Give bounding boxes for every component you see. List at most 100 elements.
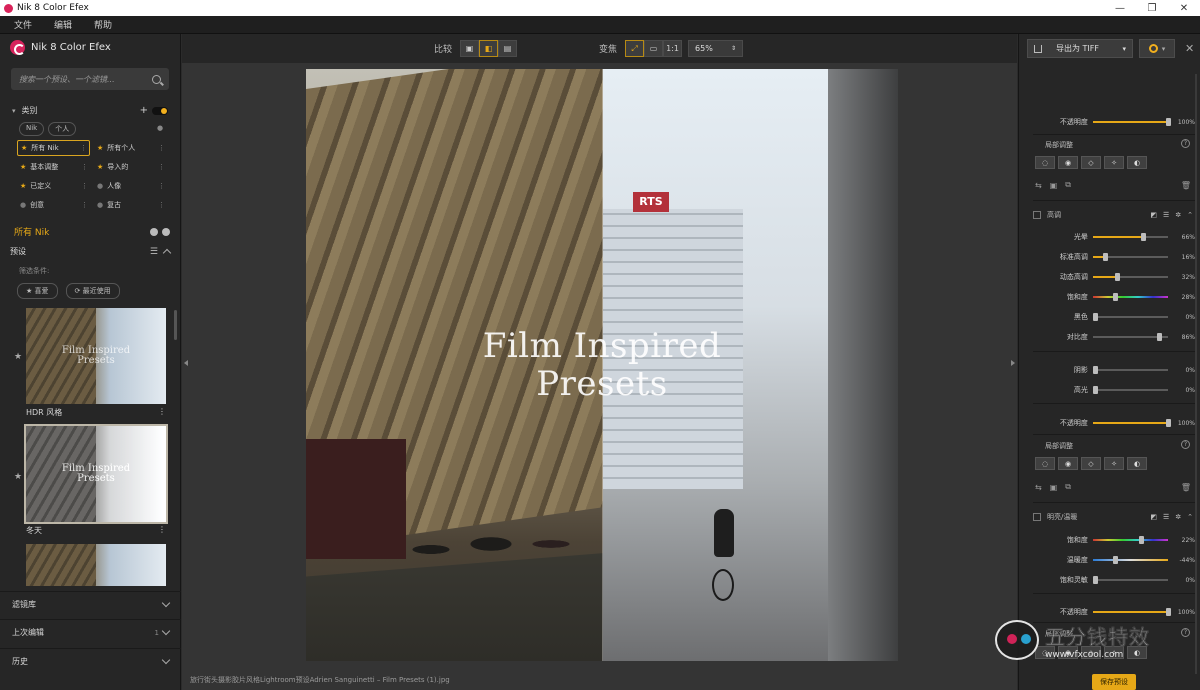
- slider-dynamic-high[interactable]: 动态高调 32%: [1019, 271, 1195, 283]
- menu-icon[interactable]: ☰: [1163, 513, 1169, 521]
- lasso-tool-icon[interactable]: ◇: [1081, 156, 1101, 169]
- slider-shadows[interactable]: 阴影 0%: [1019, 364, 1195, 376]
- menu-icon[interactable]: ☰: [1163, 211, 1169, 219]
- split-divider[interactable]: [602, 69, 603, 661]
- section-detail-header[interactable]: 高调 ◩ ☰ ✲ ⌃: [1033, 210, 1193, 220]
- help-icon[interactable]: ?: [1181, 628, 1190, 637]
- brush-tool-icon[interactable]: ◉: [1058, 457, 1078, 470]
- maximize-button[interactable]: ❐: [1136, 3, 1168, 14]
- compare-split-icon[interactable]: ◧: [479, 40, 499, 57]
- chevron-down-icon[interactable]: ▾: [12, 107, 16, 115]
- search-input[interactable]: [19, 74, 152, 84]
- list-view-icon[interactable]: ☰: [150, 247, 158, 257]
- chip-personal[interactable]: 个人: [48, 122, 77, 136]
- copy-icon[interactable]: ⧉: [1065, 180, 1071, 190]
- mask-icon[interactable]: ◩: [1150, 211, 1157, 219]
- help-icon[interactable]: ?: [1181, 440, 1190, 449]
- slider-opacity-top[interactable]: 不透明度 100%: [1019, 116, 1195, 128]
- import-preset-icon[interactable]: [162, 227, 170, 236]
- more-icon[interactable]: ⋮: [158, 163, 165, 171]
- minimize-button[interactable]: —: [1104, 3, 1136, 14]
- mask-view-icon[interactable]: ▣: [1050, 483, 1058, 492]
- slider-saturation-sensitivity[interactable]: 饱和灵敏 0%: [1019, 574, 1195, 586]
- section-enable-checkbox[interactable]: [1033, 513, 1041, 521]
- category-defined[interactable]: ★ 已定义 ⋮: [17, 178, 90, 194]
- menu-help[interactable]: 帮助: [94, 18, 112, 31]
- slider-opacity-color[interactable]: 不透明度 100%: [1019, 606, 1195, 618]
- gear-icon[interactable]: ✲: [1175, 211, 1181, 219]
- preset-thumbnail[interactable]: Film Inspired Presets: [26, 308, 166, 404]
- trash-icon[interactable]: 🗑: [1181, 483, 1191, 492]
- point-tool-icon[interactable]: ◌: [1035, 457, 1055, 470]
- slider-highlights[interactable]: 高光 0%: [1019, 384, 1195, 396]
- star-icon[interactable]: ★: [14, 352, 22, 362]
- more-icon[interactable]: ⋮: [158, 182, 165, 190]
- invert-icon[interactable]: ⇆: [1035, 181, 1042, 190]
- mask-tool-icon[interactable]: ◐: [1127, 156, 1147, 169]
- chip-options-icon[interactable]: ●: [157, 124, 163, 132]
- more-icon[interactable]: ⋮: [158, 407, 166, 418]
- zoom-select[interactable]: 65% ⇕: [688, 40, 744, 57]
- category-basic[interactable]: ★ 基本调整 ⋮: [17, 159, 90, 175]
- slider-contrast[interactable]: 对比度 86%: [1019, 331, 1195, 343]
- slider-standard-high[interactable]: 标准高调 16%: [1019, 251, 1195, 263]
- add-category-icon[interactable]: +: [140, 105, 148, 116]
- export-button[interactable]: 导出为 TIFF ▾: [1027, 39, 1133, 58]
- copy-icon[interactable]: ⧉: [1065, 482, 1071, 492]
- section-history[interactable]: 历史: [0, 648, 181, 674]
- category-all-nik[interactable]: ★ 所有 Nik ⋮: [17, 140, 90, 156]
- section-filter-library[interactable]: 滤镜库: [0, 591, 181, 617]
- more-icon[interactable]: ⋮: [80, 144, 87, 152]
- more-icon[interactable]: ⋮: [81, 182, 88, 190]
- categories-toggle[interactable]: [152, 106, 168, 115]
- menu-edit[interactable]: 编辑: [54, 18, 72, 31]
- preset-scrollbar[interactable]: [174, 310, 177, 340]
- chevron-up-icon[interactable]: ⌃: [1187, 513, 1193, 521]
- compare-vertical-icon[interactable]: ▤: [498, 40, 518, 57]
- preset-card-hdr[interactable]: Film Inspired Presets HDR 风格 ⋮: [26, 308, 166, 418]
- lasso-tool-icon[interactable]: ◇: [1081, 457, 1101, 470]
- trash-icon[interactable]: 🗑: [1181, 181, 1191, 190]
- point-tool-icon[interactable]: ◌: [1035, 156, 1055, 169]
- preset-thumbnail[interactable]: [26, 544, 166, 586]
- section-last-edit[interactable]: 上次编辑 1: [0, 619, 181, 645]
- image-canvas[interactable]: RTS Film Inspired Presets: [306, 69, 898, 661]
- wand-tool-icon[interactable]: ✧: [1104, 156, 1124, 169]
- compare-side-icon[interactable]: ▣: [460, 40, 480, 57]
- right-scrollbar[interactable]: [1195, 74, 1197, 674]
- save-preset-button[interactable]: 保存预设: [1092, 674, 1136, 690]
- more-icon[interactable]: ⋮: [158, 201, 165, 209]
- preset-card-next[interactable]: [26, 544, 166, 586]
- more-icon[interactable]: ⋮: [158, 144, 165, 152]
- section-enable-checkbox[interactable]: [1033, 211, 1041, 219]
- help-icon[interactable]: ?: [1181, 139, 1190, 148]
- menu-file[interactable]: 文件: [14, 18, 32, 31]
- mask-icon[interactable]: ◩: [1150, 513, 1157, 521]
- more-icon[interactable]: ⋮: [81, 201, 88, 209]
- zoom-actual-button[interactable]: 1:1: [663, 40, 683, 57]
- slider-opacity-detail[interactable]: 不透明度 100%: [1019, 417, 1195, 429]
- preset-thumbnail[interactable]: Film Inspired Presets: [24, 424, 168, 524]
- chip-nik[interactable]: Nik: [19, 122, 45, 136]
- slider-saturation[interactable]: 饱和度 28%: [1019, 291, 1195, 303]
- section-color-header[interactable]: 明亮/温暖 ◩ ☰ ✲ ⌃: [1033, 512, 1193, 522]
- category-portrait[interactable]: ● 人像 ⋮: [94, 178, 167, 194]
- close-panel-icon[interactable]: ✕: [1185, 42, 1194, 55]
- category-vintage[interactable]: ● 复古 ⋮: [94, 197, 167, 213]
- filter-recent[interactable]: ⟳ 最近使用: [65, 283, 120, 299]
- mask-view-icon[interactable]: ▣: [1050, 181, 1058, 190]
- search-icon[interactable]: [152, 74, 161, 84]
- category-all-personal[interactable]: ★ 所有个人 ⋮: [94, 140, 167, 156]
- slider-black[interactable]: 黑色 0%: [1019, 311, 1195, 323]
- gear-icon[interactable]: ✲: [1175, 513, 1181, 521]
- collapse-left-icon[interactable]: [184, 360, 188, 366]
- preset-card-winter[interactable]: Film Inspired Presets 冬天 ⋮: [24, 424, 168, 536]
- invert-icon[interactable]: ⇆: [1035, 483, 1042, 492]
- zoom-fill-icon[interactable]: ▭: [644, 40, 664, 57]
- slider-color-saturation[interactable]: 饱和度 22%: [1019, 534, 1195, 546]
- add-preset-icon[interactable]: [150, 227, 158, 236]
- chevron-up-icon[interactable]: [162, 248, 172, 258]
- wand-tool-icon[interactable]: ✧: [1104, 457, 1124, 470]
- slider-glow[interactable]: 光晕 66%: [1019, 231, 1195, 243]
- category-creative[interactable]: ● 创意 ⋮: [17, 197, 90, 213]
